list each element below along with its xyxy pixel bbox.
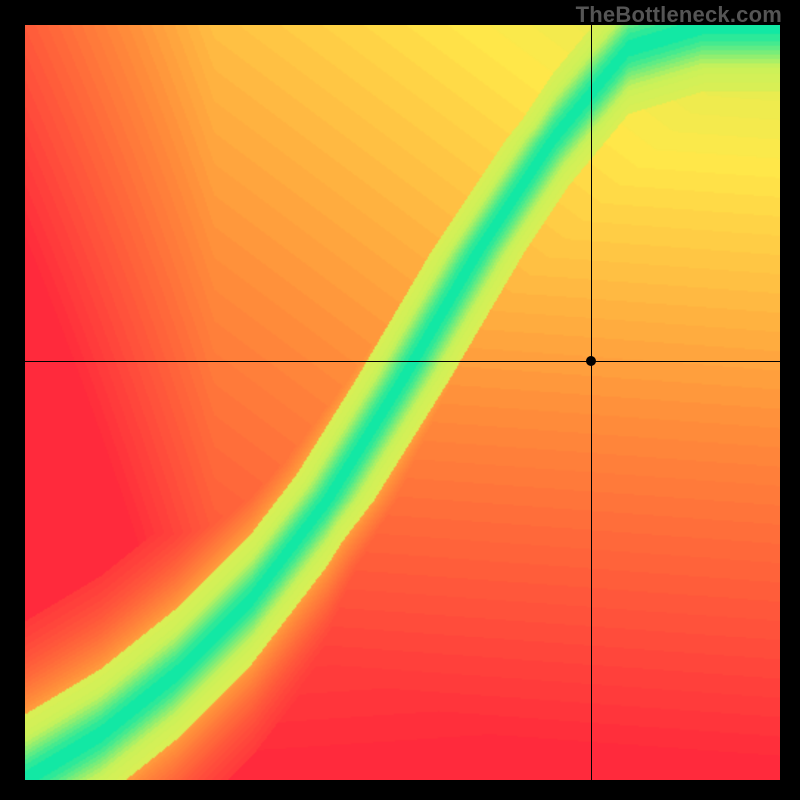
watermark-text: TheBottleneck.com — [576, 2, 782, 28]
chart-container: TheBottleneck.com — [0, 0, 800, 800]
crosshair-marker — [586, 356, 596, 366]
heatmap-canvas — [25, 25, 780, 780]
crosshair-horizontal — [25, 361, 780, 362]
heatmap-plot — [25, 25, 780, 780]
crosshair-vertical — [591, 25, 592, 780]
